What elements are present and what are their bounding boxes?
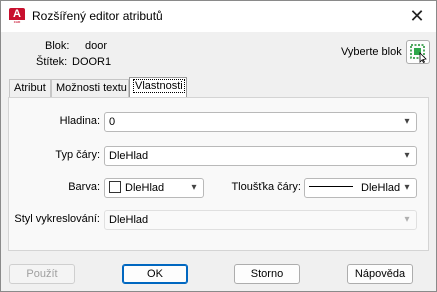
tab-attribute[interactable]: Atribut bbox=[9, 79, 51, 97]
close-icon[interactable]: ✕ bbox=[408, 7, 426, 25]
block-value: door bbox=[85, 40, 108, 52]
window-title: Rozšířený editor atributů bbox=[32, 9, 163, 23]
chevron-down-icon: ▾ bbox=[404, 214, 410, 225]
linetype-dropdown[interactable]: DleHlad ▾ bbox=[104, 146, 417, 166]
help-button[interactable]: Nápověda bbox=[347, 264, 413, 284]
tab-properties[interactable]: Vlastnosti bbox=[129, 77, 187, 97]
apply-button[interactable]: Použít bbox=[9, 264, 75, 284]
chevron-down-icon: ▾ bbox=[404, 182, 410, 193]
tag-value: DOOR1 bbox=[72, 56, 112, 68]
linetype-value: DleHlad bbox=[109, 150, 149, 162]
color-dropdown[interactable]: DleHlad ▾ bbox=[104, 178, 204, 198]
color-swatch bbox=[109, 181, 121, 193]
color-label: Barva: bbox=[68, 181, 100, 193]
linetype-label: Typ čáry: bbox=[55, 149, 100, 161]
title-bar: A CAD Rozšířený editor atributů ✕ bbox=[1, 1, 436, 32]
chevron-down-icon: ▾ bbox=[404, 116, 410, 127]
autocad-app-icon: A CAD bbox=[9, 8, 25, 24]
select-objects-icon bbox=[410, 44, 427, 64]
cancel-button[interactable]: Storno bbox=[234, 264, 300, 284]
lineweight-sample bbox=[309, 186, 353, 187]
layer-label: Hladina: bbox=[59, 115, 100, 127]
attribute-editor-dialog: A CAD Rozšířený editor atributů ✕ Blok: d… bbox=[0, 0, 437, 292]
select-block-button[interactable] bbox=[406, 40, 430, 64]
plotstyle-value: DleHlad bbox=[109, 214, 149, 226]
select-block-label: Vyberte blok bbox=[341, 46, 402, 58]
lineweight-value: DleHlad bbox=[361, 182, 401, 194]
lineweight-dropdown[interactable]: DleHlad ▾ bbox=[304, 178, 417, 198]
plotstyle-dropdown: DleHlad ▾ bbox=[104, 210, 417, 230]
chevron-down-icon: ▾ bbox=[191, 182, 197, 193]
plotstyle-label: Styl vykreslování: bbox=[14, 213, 100, 225]
tab-text-options[interactable]: Možnosti textu bbox=[51, 79, 129, 97]
ok-button[interactable]: OK bbox=[122, 264, 188, 284]
tag-label: Štítek: bbox=[36, 56, 68, 68]
layer-dropdown[interactable]: 0 ▾ bbox=[104, 112, 417, 132]
properties-panel: Hladina: 0 ▾ Typ čáry: DleHlad ▾ Barva: … bbox=[8, 97, 429, 251]
chevron-down-icon: ▾ bbox=[404, 150, 410, 161]
block-label: Blok: bbox=[45, 40, 70, 52]
tab-properties-label: Vlastnosti bbox=[133, 79, 185, 93]
layer-value: 0 bbox=[109, 116, 116, 128]
color-value: DleHlad bbox=[125, 182, 165, 194]
lineweight-label: Tloušťka čáry: bbox=[231, 181, 301, 193]
